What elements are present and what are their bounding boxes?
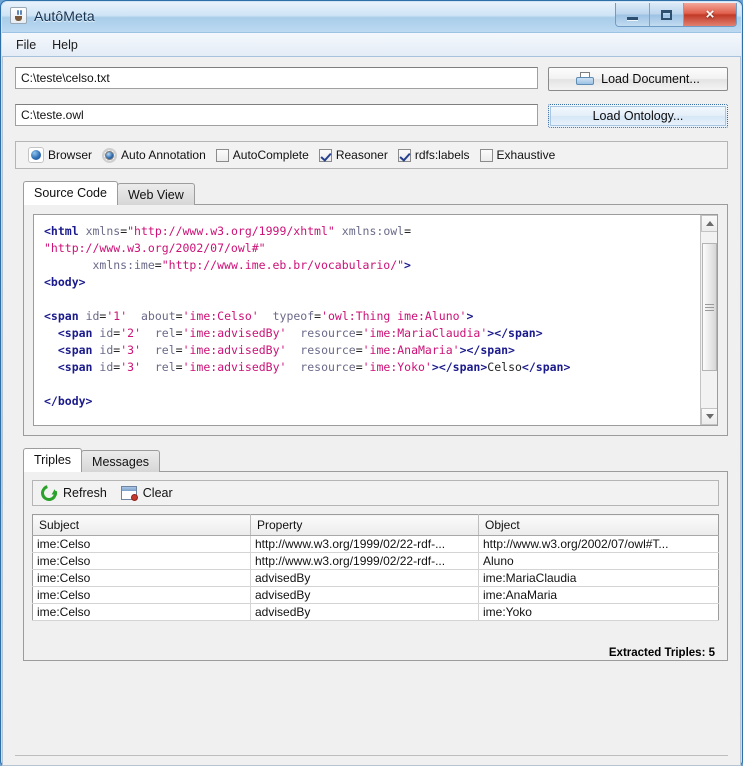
browser-label: Browser — [48, 148, 93, 162]
table-cell-property: http://www.w3.org/1999/02/22-rdf-... — [250, 552, 479, 570]
chevron-down-icon — [705, 414, 714, 419]
grip-icon — [705, 302, 714, 313]
auto-annotation-label: Auto Annotation — [121, 148, 206, 162]
tab-triples[interactable]: Triples — [23, 448, 83, 472]
ontology-row: C:\teste.owl Load Ontology... — [15, 104, 728, 128]
table-cell-property: http://www.w3.org/1999/02/22-rdf-... — [250, 535, 479, 553]
printer-icon — [576, 71, 595, 87]
refresh-label: Refresh — [63, 486, 107, 500]
globe-icon — [28, 147, 44, 163]
title-bar-left: AutôMeta — [10, 7, 95, 24]
table-cell-subject: ime:Celso — [32, 569, 251, 587]
scrollbar-thumb[interactable] — [702, 243, 717, 371]
table-row[interactable]: ime:Celso http://www.w3.org/1999/02/22-rd… — [32, 552, 719, 570]
rdfs-labels-checkbox[interactable]: rdfs:labels — [397, 148, 470, 162]
source-tab-row: Source Code Web View — [23, 181, 728, 205]
table-cell-property: advisedBy — [250, 603, 479, 621]
rdfs-labels-label: rdfs:labels — [414, 148, 470, 162]
java-app-icon — [10, 7, 27, 24]
clear-icon — [120, 486, 138, 501]
document-path-input[interactable]: C:\teste\celso.txt — [15, 67, 538, 89]
table-header-row: Subject Property Object — [32, 514, 719, 536]
table-cell-object: ime:Yoko — [478, 603, 719, 621]
reasoner-checkbox[interactable]: Reasoner — [318, 148, 388, 162]
scroll-down-button[interactable] — [701, 408, 717, 425]
window-title: AutôMeta — [34, 7, 95, 24]
table-cell-subject: ime:Celso — [32, 603, 251, 621]
tab-web-view[interactable]: Web View — [116, 183, 195, 205]
checkbox-icon-autocomplete — [215, 148, 229, 162]
source-code-text[interactable]: <html xmlns="http://www.w3.org/1999/xhtm… — [34, 215, 717, 425]
file-selection-panel: C:\teste\celso.txt Load Document... C:\t… — [3, 57, 740, 128]
checkbox-icon-reasoner — [318, 148, 332, 162]
checkbox-icon-exhaustive — [479, 148, 493, 162]
minimize-button[interactable] — [616, 3, 650, 26]
table-cell-object: Aluno — [478, 552, 719, 570]
menu-item-file[interactable]: File — [10, 36, 42, 54]
load-document-label: Load Document... — [601, 72, 700, 86]
autocomplete-label: AutoComplete — [232, 148, 309, 162]
triples-table-body: ime:Celso http://www.w3.org/1999/02/22-rd… — [32, 535, 719, 621]
document-row: C:\teste\celso.txt Load Document... — [15, 67, 728, 91]
load-ontology-button[interactable]: Load Ontology... — [548, 104, 728, 128]
table-cell-object: http://www.w3.org/2002/07/owl#T... — [478, 535, 719, 553]
column-header-object[interactable]: Object — [478, 514, 719, 536]
menu-bar: File Help — [2, 33, 741, 57]
clear-button[interactable]: Clear — [120, 486, 173, 501]
reasoner-label: Reasoner — [335, 148, 388, 162]
table-cell-subject: ime:Celso — [32, 552, 251, 570]
triples-table: Subject Property Object ime:Celso http://… — [32, 514, 719, 621]
status-bar: Run Time Elapsed: 0 0 — [15, 755, 728, 765]
tab-messages[interactable]: Messages — [81, 450, 161, 472]
source-code-scrollbar[interactable] — [700, 215, 717, 425]
triples-tabbed-pane: Triples Messages Refresh Clear Subject P… — [23, 448, 728, 661]
source-code-scrollpane: <html xmlns="http://www.w3.org/1999/xhtm… — [33, 214, 718, 426]
browser-toggle[interactable]: Browser — [28, 147, 92, 163]
table-row[interactable]: ime:Celso advisedBy ime:Yoko — [32, 603, 719, 621]
checkbox-icon-rdfs-labels — [397, 148, 411, 162]
table-row[interactable]: ime:Celso advisedBy ime:MariaClaudia — [32, 569, 719, 587]
column-header-subject[interactable]: Subject — [32, 514, 251, 536]
table-cell-property: advisedBy — [250, 586, 479, 604]
options-toolbar: Browser Auto Annotation AutoComplete Rea… — [15, 141, 728, 169]
table-row[interactable]: ime:Celso http://www.w3.org/1999/02/22-rd… — [32, 535, 719, 553]
exhaustive-label: Exhaustive — [496, 148, 556, 162]
application-window: AutôMeta × File Help C:\teste\celso.txt — [0, 0, 743, 766]
table-row[interactable]: ime:Celso advisedBy ime:AnaMaria — [32, 586, 719, 604]
maximize-icon — [661, 9, 672, 20]
source-tab-body: <html xmlns="http://www.w3.org/1999/xhtm… — [23, 204, 728, 436]
minimize-icon — [627, 16, 638, 20]
autocomplete-checkbox[interactable]: AutoComplete — [215, 148, 309, 162]
triples-toolbar: Refresh Clear — [32, 480, 719, 506]
triples-tab-body: Refresh Clear Subject Property Object im… — [23, 471, 728, 661]
table-cell-subject: ime:Celso — [32, 586, 251, 604]
clear-label: Clear — [142, 486, 173, 500]
load-document-button[interactable]: Load Document... — [548, 67, 728, 91]
extracted-triples-count: Extracted Triples: 5 — [608, 647, 715, 658]
load-ontology-label: Load Ontology... — [592, 109, 684, 123]
close-button[interactable]: × — [684, 3, 736, 26]
table-cell-object: ime:AnaMaria — [478, 586, 719, 604]
auto-annotation-toggle[interactable]: Auto Annotation — [102, 147, 206, 163]
refresh-icon — [38, 482, 60, 504]
client-area: C:\teste\celso.txt Load Document... C:\t… — [2, 57, 741, 766]
chevron-up-icon — [705, 221, 714, 226]
triples-tab-row: Triples Messages — [23, 448, 728, 472]
tab-source-code[interactable]: Source Code — [23, 181, 118, 205]
table-cell-object: ime:MariaClaudia — [478, 569, 719, 587]
source-tabbed-pane: Source Code Web View <html xmlns="http:/… — [23, 181, 728, 436]
gear-radio-icon — [102, 147, 118, 163]
scroll-up-button[interactable] — [701, 215, 717, 232]
table-cell-subject: ime:Celso — [32, 535, 251, 553]
window-controls: × — [615, 3, 737, 27]
title-bar[interactable]: AutôMeta × — [2, 2, 741, 33]
table-cell-property: advisedBy — [250, 569, 479, 587]
refresh-button[interactable]: Refresh — [38, 482, 107, 504]
column-header-property[interactable]: Property — [250, 514, 479, 536]
close-icon: × — [705, 6, 715, 23]
ontology-path-input[interactable]: C:\teste.owl — [15, 104, 538, 126]
exhaustive-checkbox[interactable]: Exhaustive — [479, 148, 556, 162]
maximize-button[interactable] — [650, 3, 684, 26]
menu-item-help[interactable]: Help — [46, 36, 84, 54]
